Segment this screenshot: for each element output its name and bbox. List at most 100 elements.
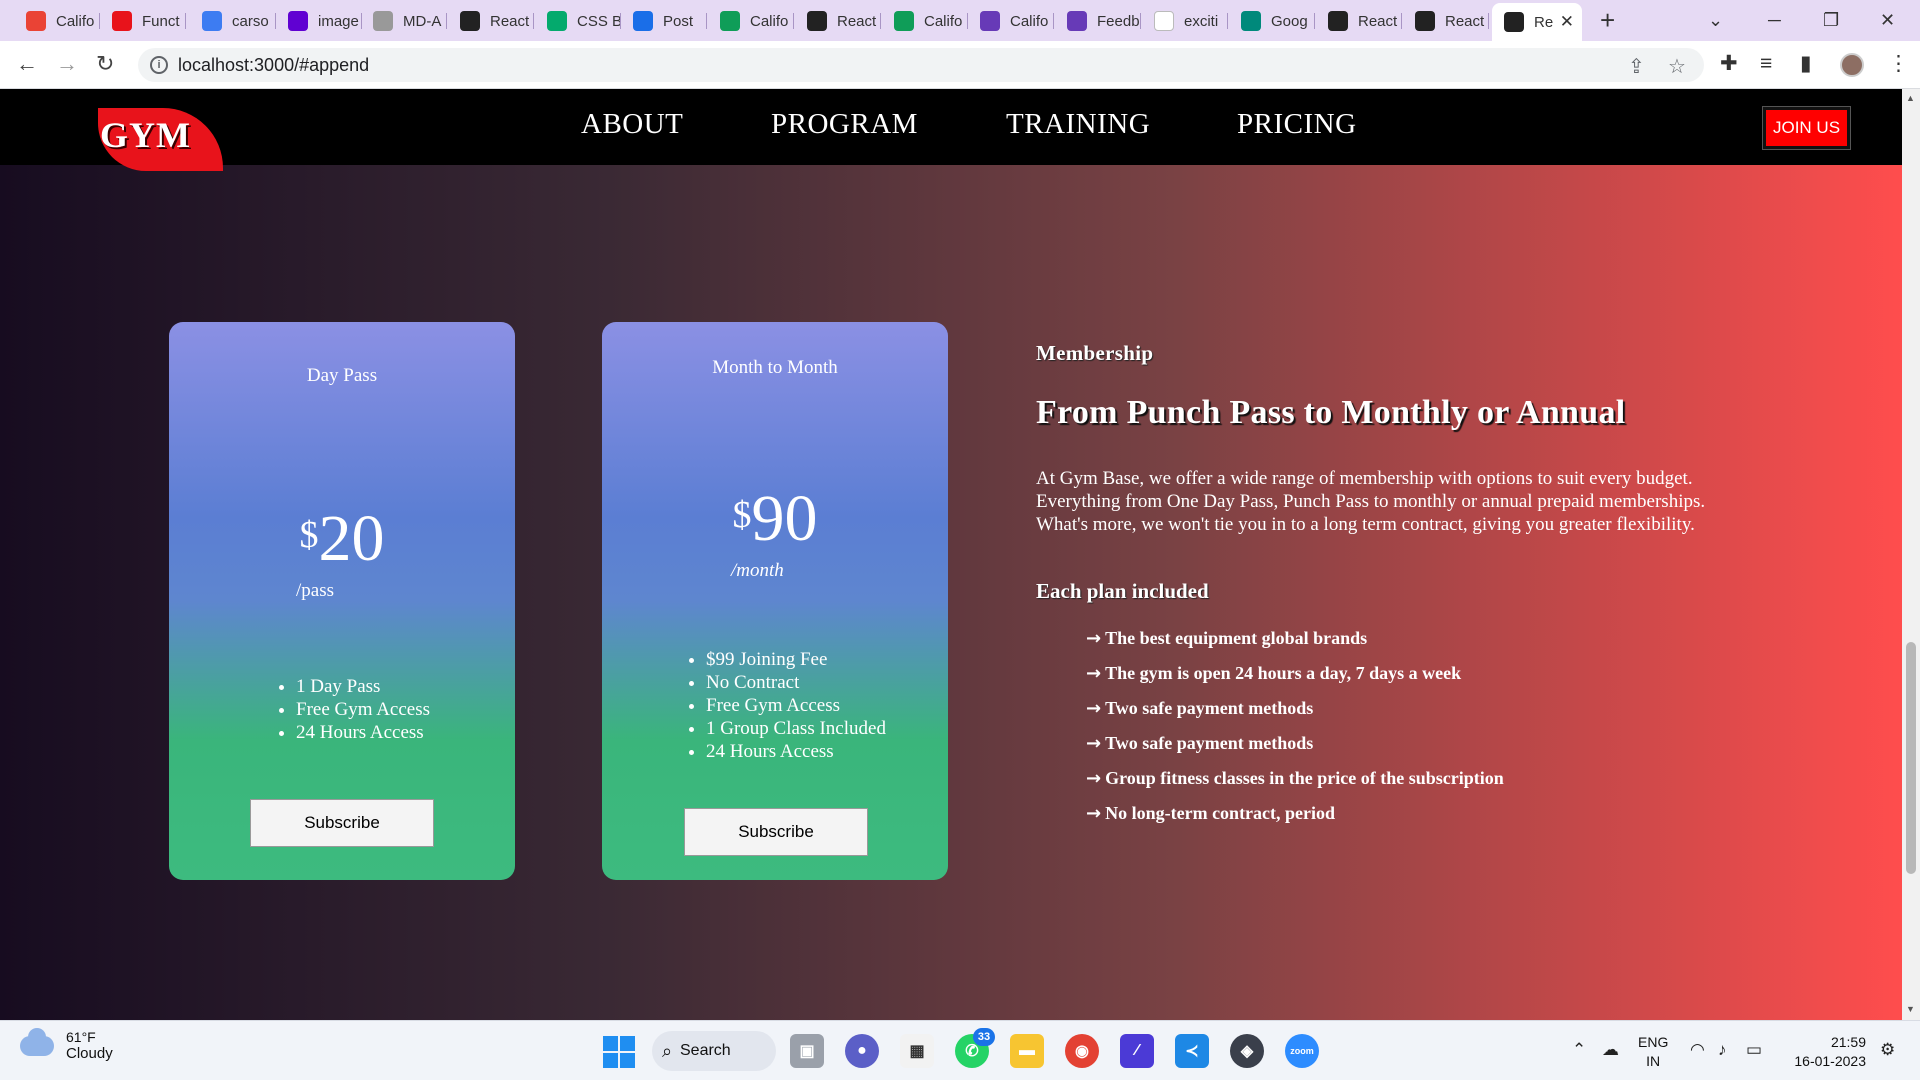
subscribe-button-day-pass[interactable]: Subscribe <box>250 799 434 847</box>
reading-list-icon[interactable]: ≡ <box>1760 50 1772 78</box>
react-icon <box>1504 12 1524 32</box>
join-us-button[interactable]: JOIN US <box>1763 107 1850 149</box>
nav-link-training[interactable]: TRAINING <box>1006 108 1150 141</box>
back-arrow-icon[interactable]: ← <box>16 51 38 77</box>
close-tab-icon[interactable]: ✕ <box>1560 12 1574 32</box>
minimize-icon[interactable]: ─ <box>1768 6 1781 34</box>
membership-description: At Gym Base, we offer a wide range of me… <box>1036 468 1706 535</box>
tab-separator <box>1314 13 1315 29</box>
close-window-icon[interactable]: ✕ <box>1880 6 1895 34</box>
browser-tab[interactable]: Califo <box>882 7 968 35</box>
zoom-icon[interactable]: zoom <box>1285 1034 1319 1068</box>
tab-label: React <box>1358 12 1398 30</box>
nav-link-program[interactable]: PROGRAM <box>771 108 918 141</box>
price-period: /pass <box>296 580 334 601</box>
browser-tab[interactable]: Funct <box>100 7 186 35</box>
feature-text: The gym is open 24 hours a day, 7 days a… <box>1105 663 1462 683</box>
arrow-right-icon: → <box>1086 698 1102 719</box>
ide-app-icon[interactable]: ⁄ <box>1120 1034 1154 1068</box>
notification-badge: 33 <box>973 1028 995 1046</box>
teams-chat-icon[interactable]: ● <box>845 1034 879 1068</box>
zoho-icon <box>633 11 653 31</box>
page-viewport: GYM ABOUT PROGRAM TRAINING PRICING JOIN … <box>0 89 1902 1020</box>
list-item: $99 Joining Fee <box>706 648 886 671</box>
microsoft-store-icon[interactable]: ▦ <box>900 1034 934 1068</box>
app-icon[interactable]: ◈ <box>1230 1034 1264 1068</box>
tab-label: CSS B <box>577 12 621 30</box>
browser-tab[interactable]: CSS B <box>535 7 621 35</box>
plan-features-list: 1 Day Pass Free Gym Access 24 Hours Acce… <box>296 675 430 744</box>
reload-icon[interactable]: ↻ <box>96 51 114 77</box>
pricing-card-month-to-month: Month to Month $90 /month $99 Joining Fe… <box>602 322 948 880</box>
site-navbar: GYM ABOUT PROGRAM TRAINING PRICING JOIN … <box>0 89 1902 171</box>
onedrive-cloud-icon[interactable]: ☁ <box>1602 1040 1619 1060</box>
windows-start-icon[interactable] <box>603 1036 635 1068</box>
volume-icon[interactable]: ♪ <box>1718 1040 1727 1060</box>
address-bar[interactable]: i localhost:3000/#append ⇪ ☆ <box>138 48 1704 82</box>
github-icon <box>373 11 393 31</box>
menu-kebab-icon[interactable]: ⋮ <box>1888 50 1909 78</box>
vscode-icon[interactable]: ≺ <box>1175 1034 1209 1068</box>
new-tab-button[interactable]: + <box>1600 6 1615 34</box>
file-explorer-icon[interactable]: ▬ <box>1010 1034 1044 1068</box>
browser-tab[interactable]: React <box>448 7 534 35</box>
browser-tab[interactable]: Califo <box>968 7 1054 35</box>
page-scrollbar[interactable]: ▲ ▼ <box>1902 89 1920 1020</box>
browser-tab[interactable]: Post <box>621 7 707 35</box>
search-label: Search <box>680 1042 731 1059</box>
profile-avatar[interactable] <box>1840 53 1864 77</box>
scrollbar-thumb[interactable] <box>1906 642 1916 874</box>
url-text[interactable]: localhost:3000/#append <box>178 55 369 76</box>
browser-tab[interactable]: React <box>1403 7 1489 35</box>
plan-name: Month to Month <box>712 357 838 378</box>
browser-tab[interactable]: Califo <box>14 7 100 35</box>
browser-tab[interactable]: image <box>276 7 362 35</box>
battery-icon[interactable]: ▭ <box>1746 1040 1762 1060</box>
browser-tab[interactable]: carso <box>190 7 276 35</box>
browser-tab[interactable]: React <box>795 7 881 35</box>
tab-separator <box>880 13 881 29</box>
notification-bell-icon[interactable]: ⚙ <box>1880 1040 1895 1060</box>
language-line-1: ENG <box>1638 1034 1669 1050</box>
chrome-icon[interactable]: ◉ <box>1065 1034 1099 1068</box>
wifi-icon[interactable]: ◠ <box>1690 1040 1705 1060</box>
browser-tab[interactable]: Goog <box>1229 7 1315 35</box>
system-clock[interactable]: 21:59 16-01-2023 <box>1790 1033 1866 1071</box>
browser-tab[interactable]: React <box>1316 7 1402 35</box>
browser-tab[interactable]: Re ✕ <box>1492 3 1582 41</box>
nav-link-pricing[interactable]: PRICING <box>1237 108 1357 141</box>
bookmark-star-icon[interactable]: ☆ <box>1668 54 1686 79</box>
taskbar-search[interactable]: ⌕ Search <box>652 1031 776 1071</box>
arrow-right-icon: → <box>1086 768 1102 789</box>
side-panel-icon[interactable]: ▮ <box>1800 50 1812 78</box>
list-item: → The best equipment global brands <box>1086 627 1504 662</box>
site-info-icon[interactable]: i <box>150 56 168 74</box>
gym-logo[interactable]: GYM <box>98 108 223 171</box>
forward-arrow-icon[interactable]: → <box>56 51 78 77</box>
show-hidden-icons-chevron[interactable]: ⌃ <box>1572 1040 1586 1060</box>
scroll-up-icon[interactable]: ▲ <box>1906 93 1915 103</box>
extensions-puzzle-icon[interactable]: ✚ <box>1720 50 1738 78</box>
subscribe-button-month-to-month[interactable]: Subscribe <box>684 808 868 856</box>
browser-tab[interactable]: MD-A <box>361 7 447 35</box>
included-features-list: → The best equipment global brands → The g… <box>1086 627 1504 837</box>
tab-label: exciti <box>1184 12 1219 30</box>
whatsapp-icon[interactable]: ✆ 33 <box>955 1028 995 1068</box>
tab-label: Goog <box>1271 12 1308 30</box>
browser-tab[interactable]: exciti <box>1142 7 1228 35</box>
nav-link-about[interactable]: ABOUT <box>581 108 683 141</box>
bolt-icon <box>202 11 222 31</box>
language-indicator[interactable]: ENG IN <box>1638 1033 1668 1071</box>
scroll-down-icon[interactable]: ▼ <box>1906 1004 1915 1014</box>
restore-icon[interactable]: ❐ <box>1823 6 1839 34</box>
tab-label: Califo <box>924 12 963 30</box>
weather-widget[interactable]: 61°F Cloudy <box>20 1027 113 1062</box>
tab-search-chevron-icon[interactable]: ⌄ <box>1708 6 1723 34</box>
list-item: 24 Hours Access <box>706 740 886 763</box>
browser-tab[interactable]: Feedb <box>1055 7 1141 35</box>
tab-label: React <box>490 12 530 30</box>
share-icon[interactable]: ⇪ <box>1628 54 1645 79</box>
forms-icon <box>980 11 1000 31</box>
task-view-icon[interactable]: ▣ <box>790 1034 824 1068</box>
browser-tab[interactable]: Califo <box>708 7 794 35</box>
